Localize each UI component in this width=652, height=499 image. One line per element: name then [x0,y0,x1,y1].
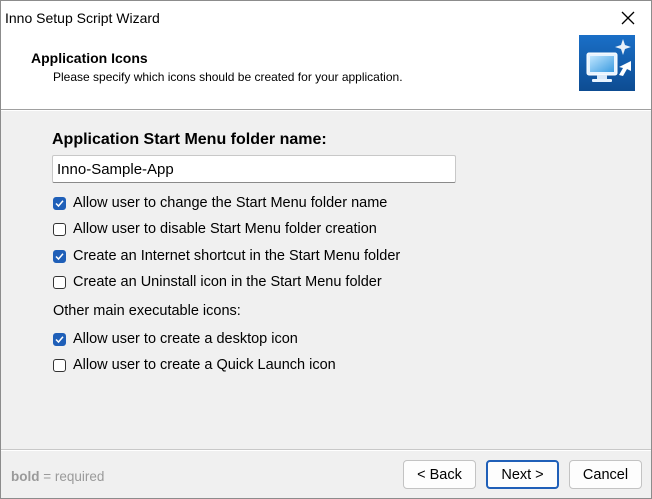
page-subtitle: Please specify which icons should be cre… [53,70,403,84]
checkbox-checked[interactable] [53,249,66,263]
option-desktop-icon[interactable]: Allow user to create a desktop icon [53,329,298,349]
page-title: Application Icons [31,50,148,66]
monitor-wizard-icon [579,35,635,91]
option-allow-disable-folder[interactable]: Allow user to disable Start Menu folder … [53,219,377,239]
back-button[interactable]: < Back [403,460,476,489]
hint-bold: bold [11,469,40,484]
folder-name-input[interactable] [52,155,456,183]
folder-name-label: Application Start Menu folder name: [52,131,327,148]
required-hint: bold = required [11,469,104,484]
check-mark-icon [55,252,64,260]
close-icon [621,11,635,25]
footer-divider [1,449,651,451]
option-internet-shortcut[interactable]: Create an Internet shortcut in the Start… [53,246,400,266]
checkbox-unchecked[interactable] [53,358,66,372]
option-label: Allow user to change the Start Menu fold… [73,195,388,211]
option-label: Create an Internet shortcut in the Start… [73,248,401,264]
hint-text: = required [39,469,105,484]
checkbox-unchecked[interactable] [53,275,66,289]
header-divider-highlight [1,110,651,111]
option-label: Create an Uninstall icon in the Start Me… [73,274,382,290]
window-title: Inno Setup Script Wizard [5,10,160,26]
next-button[interactable]: Next > [486,460,559,489]
close-button[interactable] [605,1,651,35]
cancel-button[interactable]: Cancel [569,460,642,489]
option-quick-launch-icon[interactable]: Allow user to create a Quick Launch icon [53,355,336,375]
option-label: Allow user to create a desktop icon [73,331,298,347]
option-label: Allow user to disable Start Menu folder … [73,221,377,237]
check-mark-icon [55,335,64,343]
option-label: Allow user to create a Quick Launch icon [73,357,336,373]
checkbox-checked[interactable] [53,196,66,210]
checkbox-checked[interactable] [53,332,66,346]
wizard-window: Inno Setup Script Wizard Application Ico… [0,0,652,499]
title-bar: Inno Setup Script Wizard [1,1,651,35]
other-icons-label: Other main executable icons: [53,303,241,319]
option-uninstall-icon[interactable]: Create an Uninstall icon in the Start Me… [53,272,382,292]
option-allow-change-folder[interactable]: Allow user to change the Start Menu fold… [53,193,387,213]
checkbox-unchecked[interactable] [53,222,66,236]
wizard-header: Application Icons Please specify which i… [1,35,651,109]
check-mark-icon [55,199,64,207]
